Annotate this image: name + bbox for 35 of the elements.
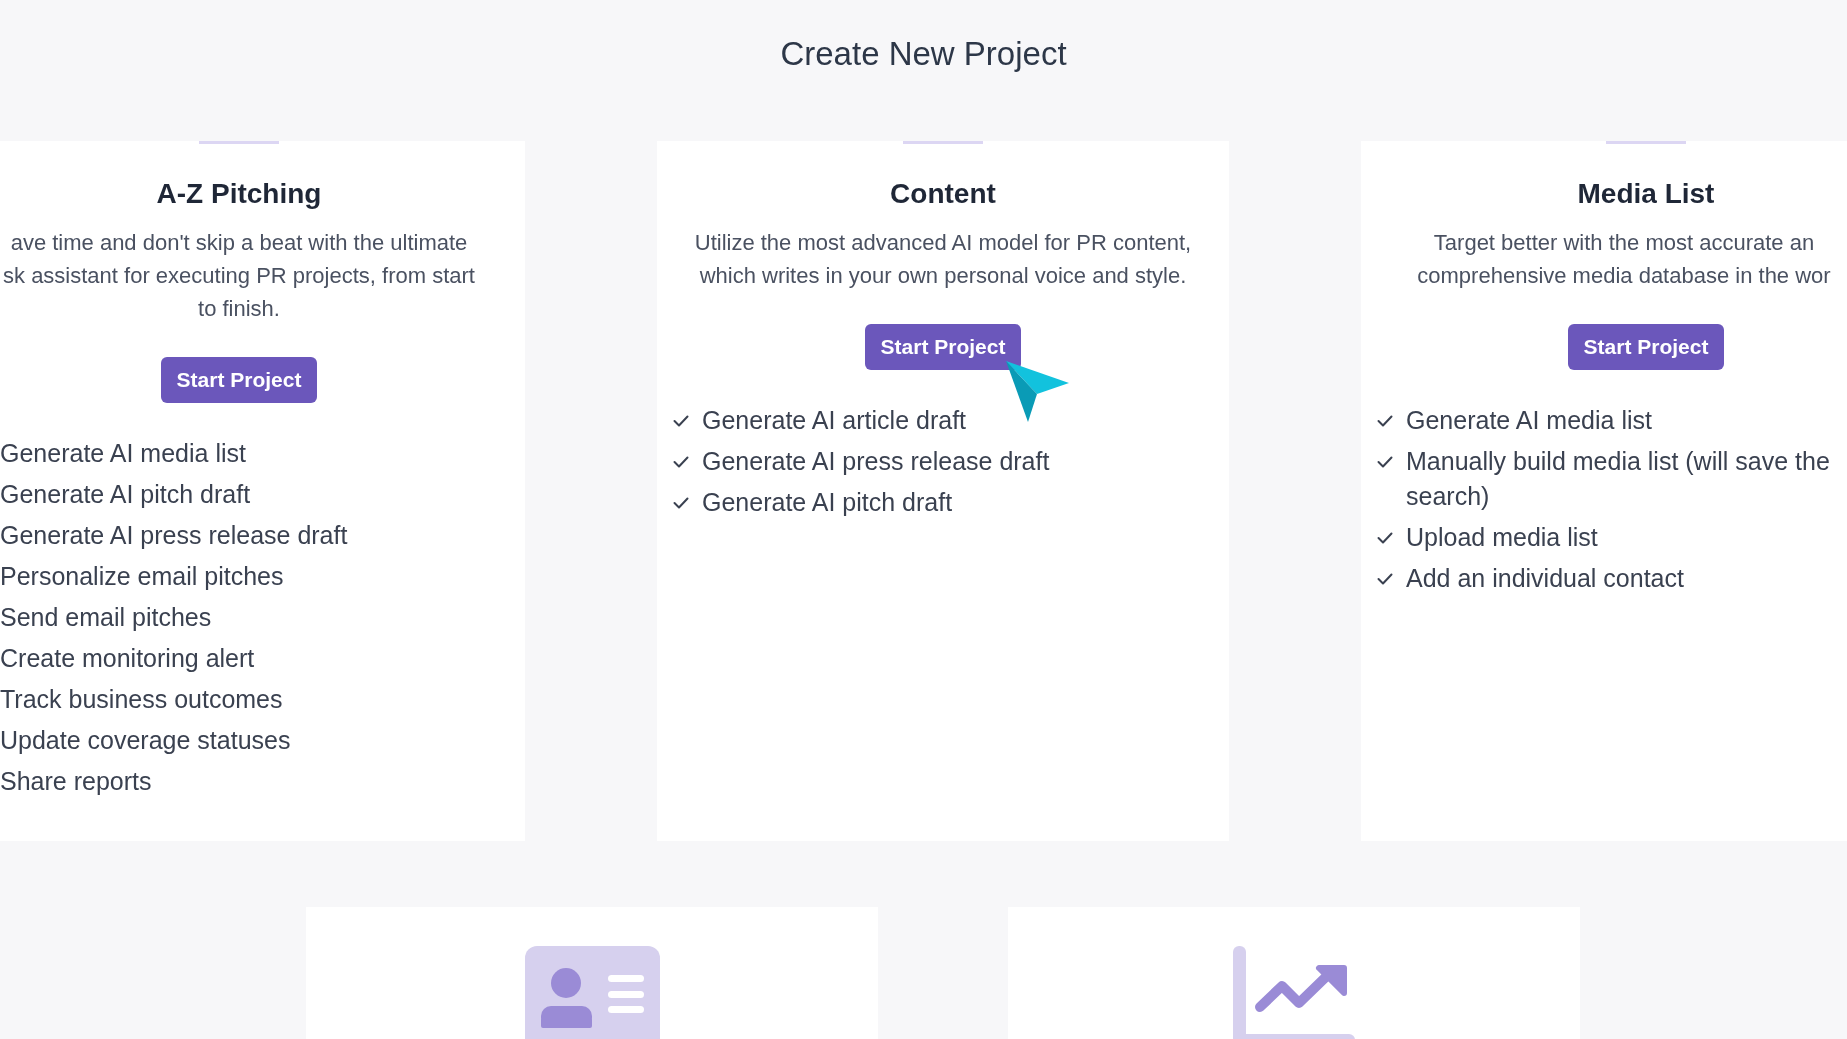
feature-label: Track business outcomes: [0, 684, 283, 715]
check-icon: [1377, 572, 1393, 585]
feature-label: Generate AI press release draft: [0, 520, 348, 551]
check-icon: [1377, 414, 1393, 427]
feature-label: Personalize email pitches: [0, 561, 284, 592]
feature-label: Generate AI article draft: [702, 405, 967, 436]
check-icon: [673, 455, 689, 468]
feature-label: Generate AI pitch draft: [0, 479, 251, 510]
feature-label: Generate AI pitch draft: [702, 487, 953, 518]
feature-label: Manually build media list (will save the search): [1406, 446, 1831, 512]
feature-label: Generate AI press release draft: [702, 446, 1050, 477]
feature-label: Create monitoring alert: [0, 643, 255, 674]
feature-label: Generate AI media list: [0, 438, 246, 469]
trend-chart-icon: [1233, 946, 1355, 1039]
card-description: ave time and don't skip a beat with the ultimate sk assistant for executing PR projects, from start to finish.: [3, 229, 475, 323]
feature-label: Share reports: [0, 766, 152, 797]
check-icon: [1377, 455, 1393, 468]
card-title: Media List: [1577, 177, 1715, 211]
start-project-button[interactable]: Start Project: [864, 324, 1022, 370]
check-icon: [673, 496, 689, 509]
card-title: Content: [890, 177, 996, 211]
check-icon: [673, 414, 689, 427]
card-description: Target better with the most accurate an comprehensive media database in the wor: [1417, 229, 1831, 290]
start-project-button[interactable]: Start Project: [1567, 324, 1725, 370]
check-icon: [1377, 531, 1393, 544]
card-title: A-Z Pitching: [156, 177, 322, 211]
page-title: Create New Project: [780, 34, 1067, 74]
card-description: Utilize the most advanced AI model for PR content, which writes in your own personal voice and style.: [694, 229, 1192, 290]
cursor-icon: [1006, 361, 1069, 422]
start-project-button[interactable]: Start Project: [160, 357, 318, 403]
feature-label: Upload media list: [1406, 522, 1598, 553]
feature-label: Send email pitches: [0, 602, 212, 633]
feature-label: Generate AI media list: [1406, 405, 1652, 436]
feature-label: Update coverage statuses: [0, 725, 291, 756]
feature-label: Add an individual contact: [1406, 563, 1684, 594]
